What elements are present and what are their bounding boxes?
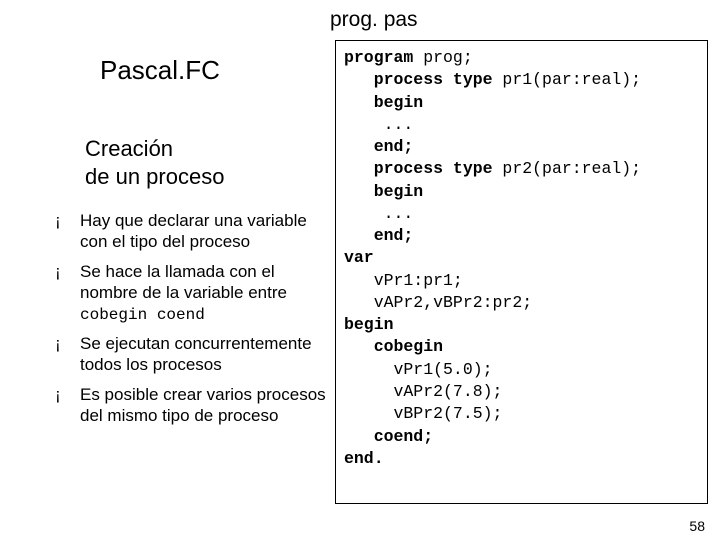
bullet-text: Hay que declarar una variable con el tip… (80, 210, 335, 253)
list-item: ¡ Hay que declarar una variable con el t… (55, 210, 335, 253)
bullet-marker: ¡ (55, 210, 80, 253)
list-item: ¡ Se ejecutan concurrentemente todos los… (55, 333, 335, 376)
bullet-marker: ¡ (55, 261, 80, 326)
bullet-list: ¡ Hay que declarar una variable con el t… (55, 210, 335, 434)
file-name-label: prog. pas (330, 8, 418, 32)
bullet-marker: ¡ (55, 333, 80, 376)
bullet-marker: ¡ (55, 384, 80, 427)
code-listing: program prog; process type pr1(par:real)… (344, 47, 699, 470)
bullet-text: Se hace la llamada con el nombre de la v… (80, 261, 335, 326)
bullet-text: Se ejecutan concurrentemente todos los p… (80, 333, 335, 376)
list-item: ¡ Es posible crear varios procesos del m… (55, 384, 335, 427)
code-listing-box: program prog; process type pr1(par:real)… (335, 40, 708, 504)
slide-subtitle: Creación de un proceso (85, 135, 224, 190)
bullet-text: Es posible crear varios procesos del mis… (80, 384, 335, 427)
slide-title: Pascal.FC (100, 55, 220, 86)
page-number: 58 (689, 518, 705, 534)
list-item: ¡ Se hace la llamada con el nombre de la… (55, 261, 335, 326)
